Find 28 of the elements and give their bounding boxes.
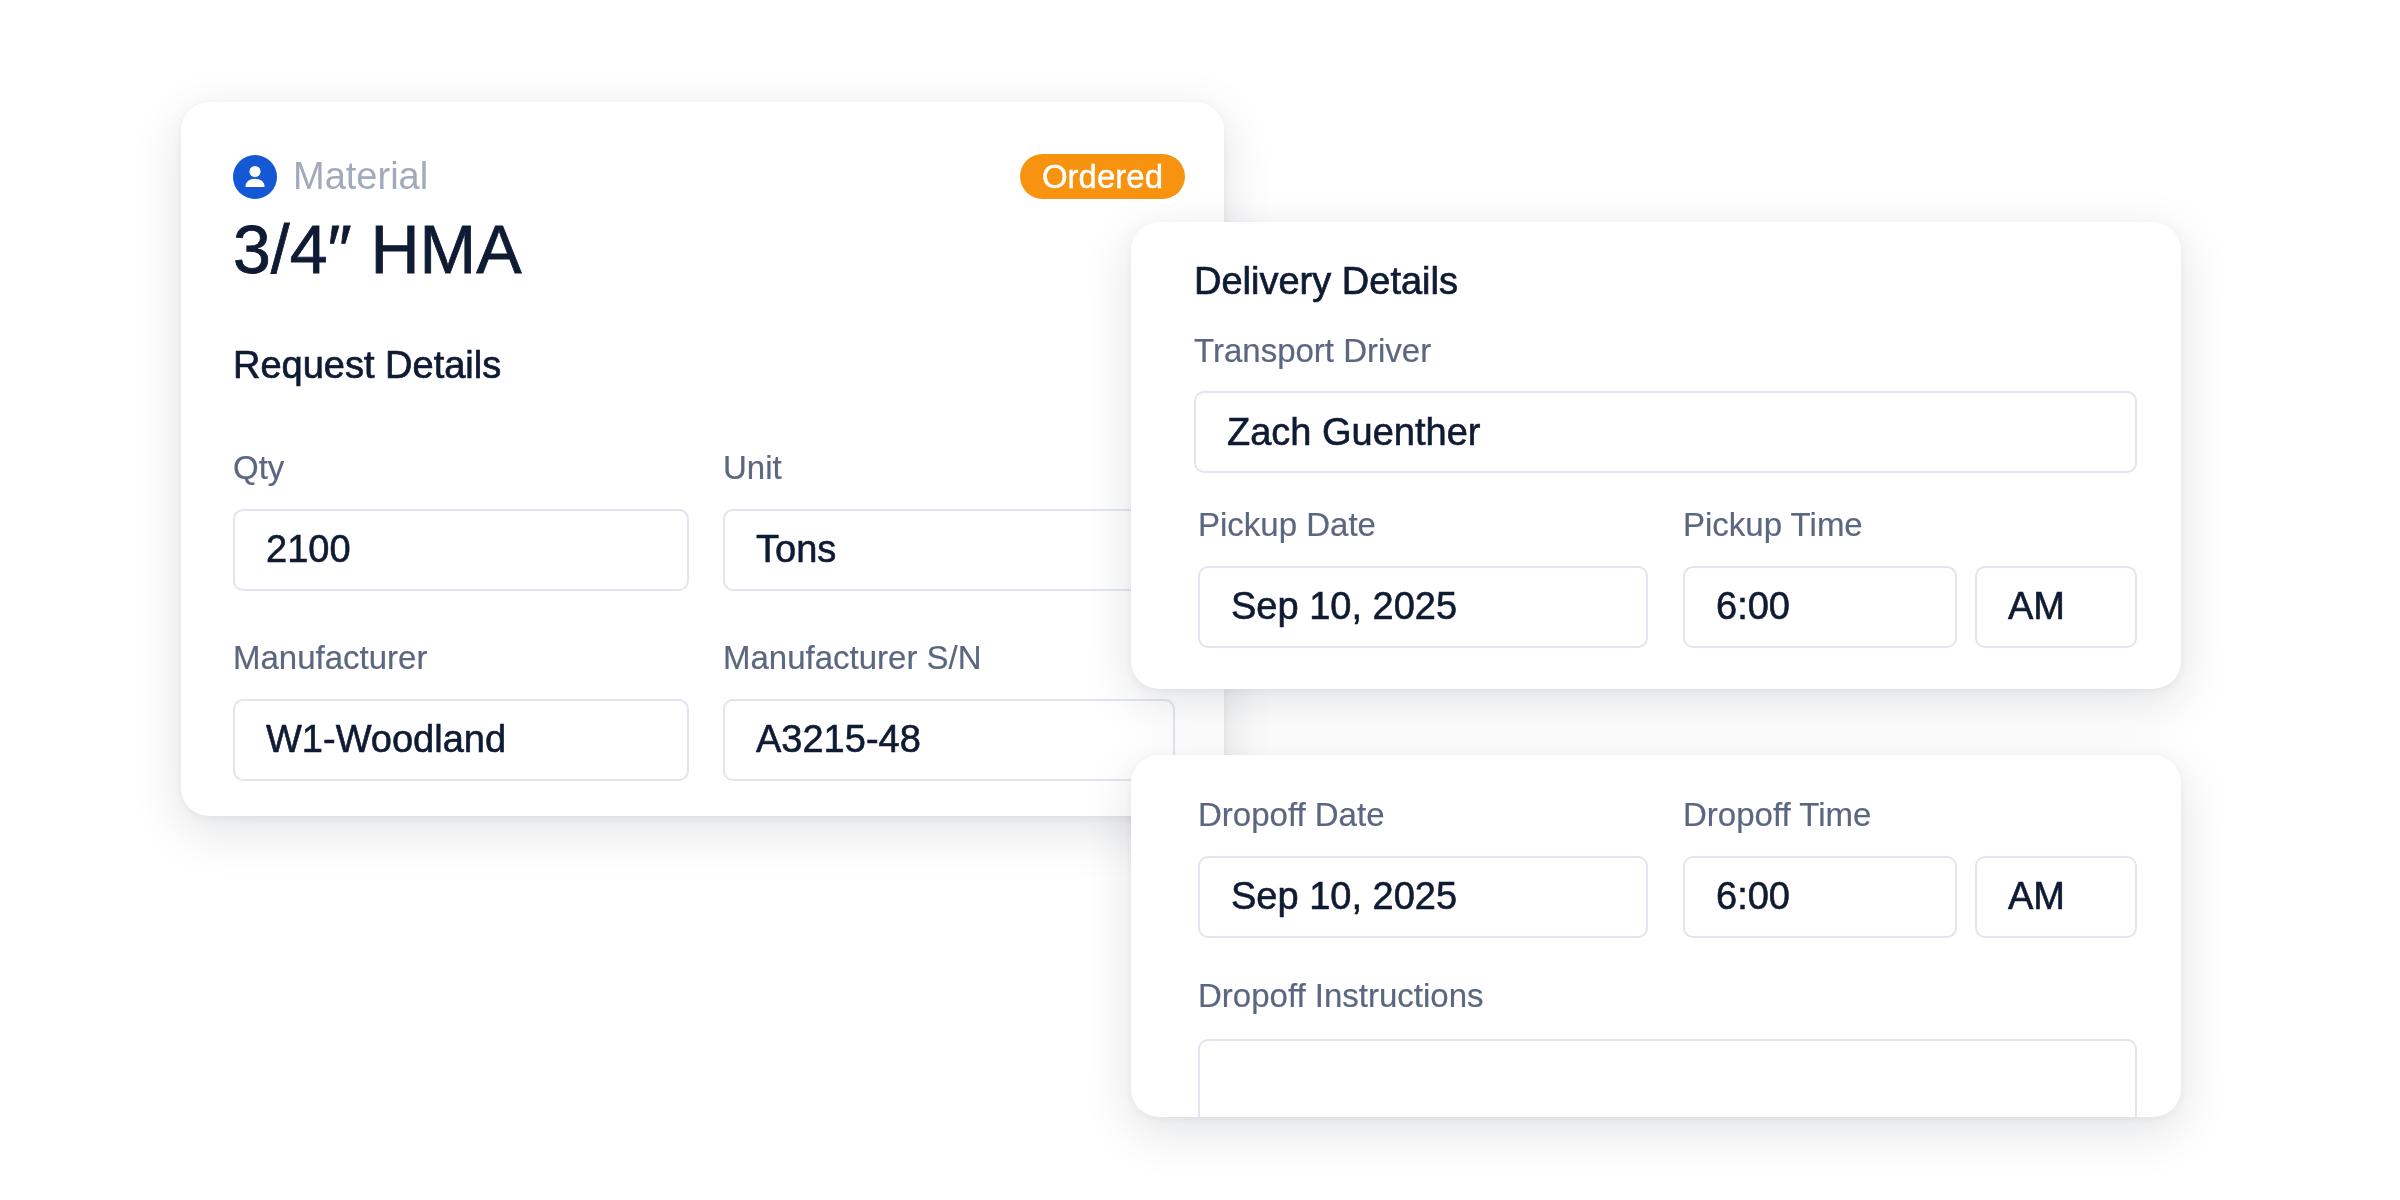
period-field[interactable]: AM bbox=[1975, 855, 2137, 938]
period-field[interactable]: AM bbox=[1975, 565, 2137, 648]
field-label: Pickup Date bbox=[1198, 505, 1376, 545]
text-field[interactable]: W1-Woodland bbox=[233, 698, 689, 781]
field-label: Transport Driver bbox=[1194, 330, 1432, 371]
text-field[interactable]: Zach Guenther bbox=[1194, 391, 2137, 474]
material-title: 3/4″ HMA bbox=[233, 212, 522, 287]
time-field[interactable]: 6:00 bbox=[1683, 565, 1957, 648]
time-field[interactable]: 6:00 bbox=[1683, 855, 1957, 938]
category-label: Material bbox=[293, 154, 429, 199]
field-label: Dropoff Instructions bbox=[1198, 975, 1484, 1016]
status-badge: Ordered bbox=[1019, 154, 1185, 199]
text-field[interactable]: Tons bbox=[723, 509, 1131, 591]
field-label: Dropoff Time bbox=[1683, 795, 1872, 835]
person-icon bbox=[233, 154, 277, 199]
section-heading: Request Details bbox=[233, 342, 502, 388]
field-label: Pickup Time bbox=[1683, 505, 1863, 545]
date-field[interactable]: Sep 10, 2025 bbox=[1198, 565, 1648, 648]
field-label: Qty bbox=[233, 448, 285, 488]
field-label: Manufacturer S/N bbox=[723, 638, 982, 678]
field-label: Dropoff Date bbox=[1198, 795, 1385, 835]
section-heading: Delivery Details bbox=[1194, 259, 1458, 304]
text-field[interactable]: 2100 bbox=[233, 509, 689, 591]
date-field[interactable]: Sep 10, 2025 bbox=[1198, 855, 1648, 938]
instructions-field[interactable] bbox=[1198, 1039, 2137, 1117]
text-field[interactable]: A3215-48 bbox=[723, 698, 1175, 781]
field-label: Unit bbox=[723, 448, 782, 488]
field-label: Manufacturer bbox=[233, 638, 428, 678]
